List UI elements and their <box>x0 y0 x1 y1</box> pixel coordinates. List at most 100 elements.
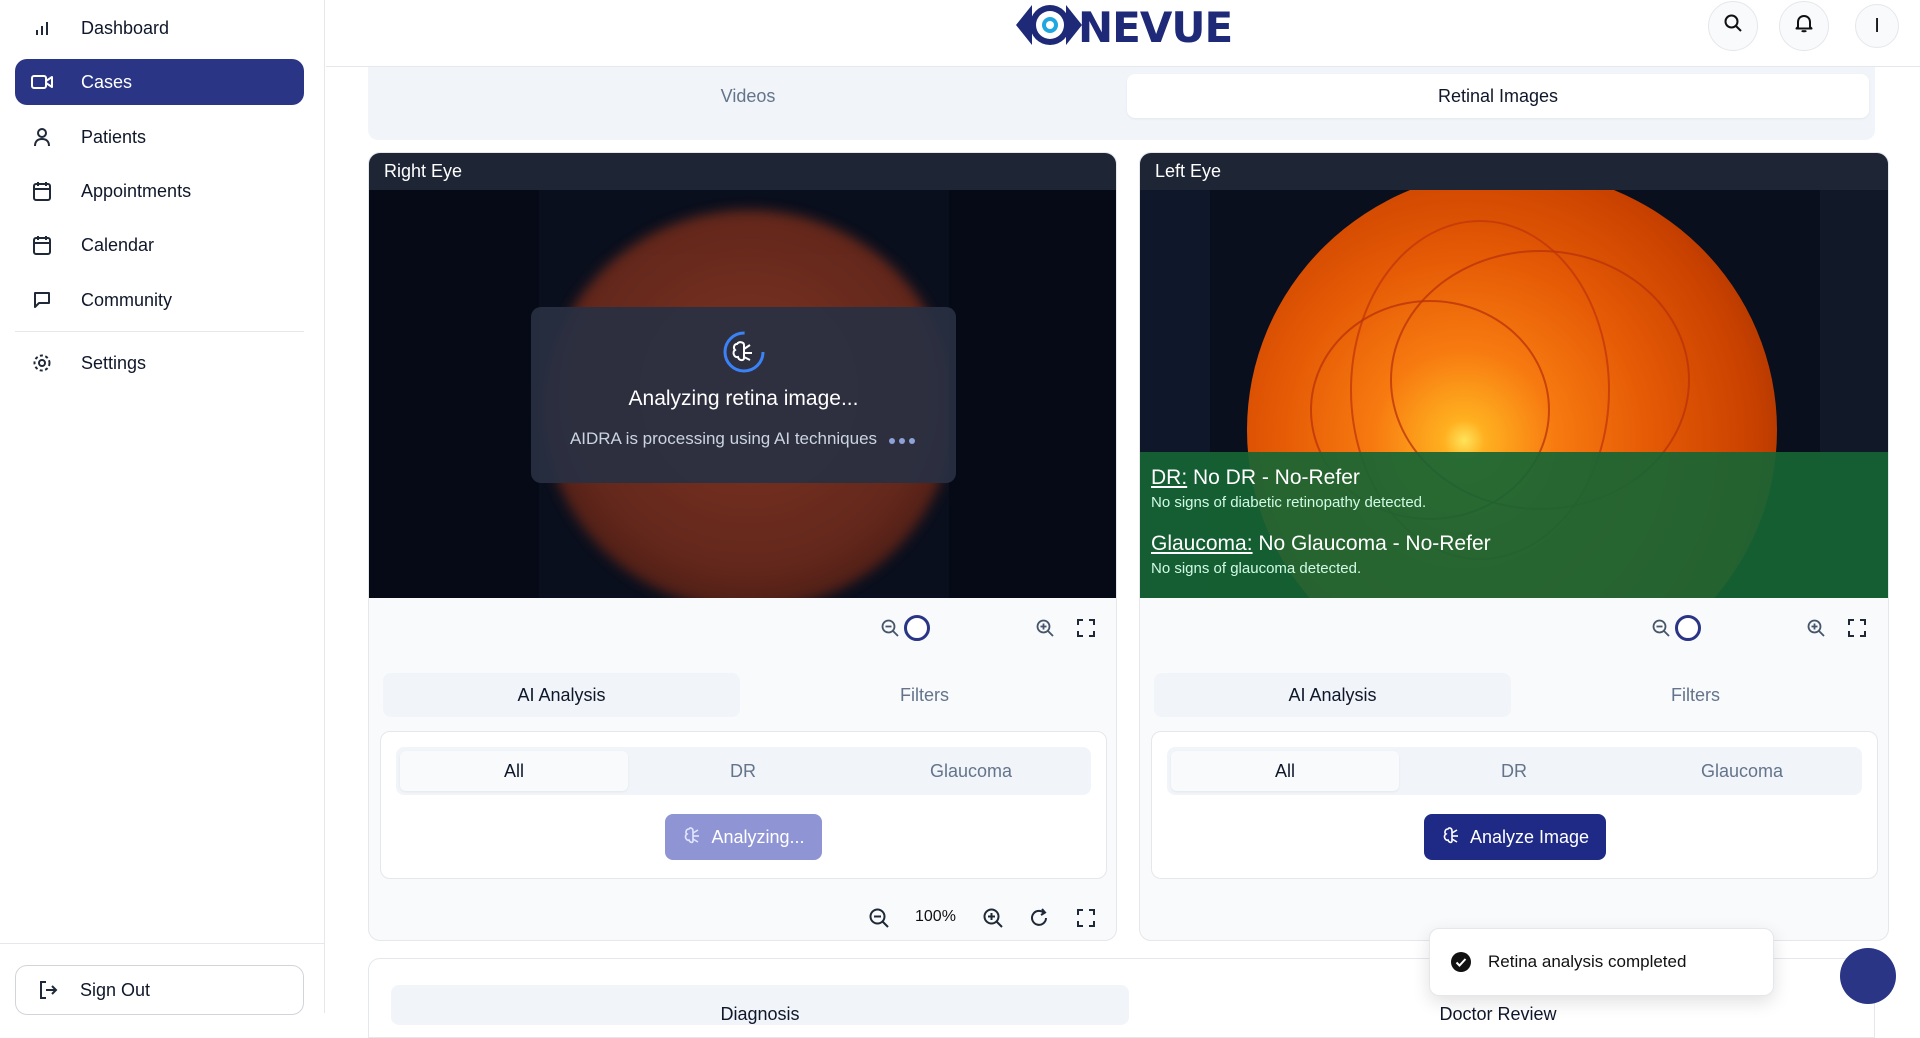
chat-icon <box>30 288 54 312</box>
fullscreen-icon[interactable] <box>1074 616 1098 640</box>
loading-dots-icon <box>887 429 917 449</box>
dr-result: DR: No DR - No-Refer <box>1151 466 1878 490</box>
zoom-out-icon[interactable] <box>866 905 892 931</box>
sidebar-item-label: Appointments <box>81 180 192 201</box>
bell-icon <box>1794 13 1814 39</box>
zoom-slider-handle[interactable] <box>904 615 930 641</box>
dr-result-label: DR: <box>1151 466 1188 489</box>
calendar-icon <box>30 233 54 257</box>
filter-glaucoma[interactable]: Glaucoma <box>857 751 1085 791</box>
sidebar-item-label: Settings <box>81 352 147 373</box>
image-letterbox <box>369 190 539 598</box>
check-circle-icon <box>1450 951 1472 973</box>
logo-text: NEVUE <box>1078 2 1233 52</box>
analyze-image-button[interactable]: Analyze Image <box>1424 814 1606 860</box>
sidebar-item-community[interactable]: Community <box>15 277 304 323</box>
gear-icon <box>30 351 54 375</box>
sidebar-item-label: Dashboard <box>81 17 170 38</box>
image-zoom-slider <box>1140 598 1888 658</box>
image-letterbox <box>949 190 1116 598</box>
analyzing-subtitle: AIDRA is processing using AI techniques <box>531 429 956 449</box>
zoom-slider-handle[interactable] <box>1675 615 1701 641</box>
video-icon <box>30 70 54 94</box>
analyzing-subtitle-text: AIDRA is processing using AI techniques <box>569 429 878 448</box>
toast-message: Retina analysis completed <box>1488 952 1687 971</box>
sidebar-divider <box>15 331 304 332</box>
sidebar-item-settings[interactable]: Settings <box>15 340 304 386</box>
filter-all[interactable]: All <box>1171 751 1399 791</box>
sidebar-item-patients[interactable]: Patients <box>15 114 304 160</box>
avatar-initial: I <box>1874 14 1880 37</box>
zoom-in-icon[interactable] <box>1804 616 1828 640</box>
button-label: Analyze Image <box>1469 826 1590 847</box>
analysis-filter-group: All DR Glaucoma <box>1167 747 1862 795</box>
tab-retinal-images[interactable]: Retinal Images <box>1127 74 1869 118</box>
analysis-subtabs: AI Analysis Filters <box>1154 673 1874 717</box>
sidebar-item-calendar[interactable]: Calendar <box>15 222 304 268</box>
rotate-icon[interactable] <box>1026 905 1052 931</box>
left-eye-panel: Left Eye DR: No DR - No-Refer No signs o… <box>1139 152 1889 941</box>
zoom-in-icon[interactable] <box>980 905 1006 931</box>
brain-ai-icon <box>1441 825 1461 850</box>
tab-filters[interactable]: Filters <box>746 673 1103 717</box>
onevue-logo[interactable]: NEVUE <box>1014 1 1233 54</box>
zoom-in-icon[interactable] <box>1033 616 1057 640</box>
fullscreen-icon[interactable] <box>1073 905 1099 931</box>
dr-result-value: No DR - No-Refer <box>1187 466 1360 489</box>
search-icon <box>1723 13 1743 39</box>
eye-logo-icon <box>1014 1 1084 54</box>
filter-glaucoma[interactable]: Glaucoma <box>1628 751 1856 791</box>
search-button[interactable] <box>1708 1 1758 51</box>
filter-all[interactable]: All <box>400 751 628 791</box>
bar-chart-icon <box>30 16 54 40</box>
calendar-icon <box>30 179 54 203</box>
sidebar-item-appointments[interactable]: Appointments <box>15 168 304 214</box>
success-toast: Retina analysis completed <box>1429 928 1774 996</box>
right-eye-image[interactable]: Analyzing retina image... AIDRA is proce… <box>369 190 1116 598</box>
sidebar-footer-divider <box>0 943 325 944</box>
filter-dr[interactable]: DR <box>629 751 857 791</box>
panel-title: Right Eye <box>369 153 1116 190</box>
dr-result-description: No signs of diabetic retinopathy detecte… <box>1151 494 1427 511</box>
zoom-out-icon[interactable] <box>878 616 902 640</box>
analysis-result-overlay: DR: No DR - No-Refer No signs of diabeti… <box>1140 452 1888 598</box>
analyzing-button[interactable]: Analyzing... <box>665 814 822 860</box>
tab-videos[interactable]: Videos <box>377 74 1119 118</box>
tab-filters[interactable]: Filters <box>1517 673 1874 717</box>
sidebar-item-label: Cases <box>81 71 133 92</box>
glaucoma-result-label: Glaucoma: <box>1151 532 1253 555</box>
button-label: Analyzing... <box>711 826 805 847</box>
analysis-filter-group: All DR Glaucoma <box>396 747 1091 795</box>
filter-dr[interactable]: DR <box>1400 751 1628 791</box>
profile-avatar[interactable]: I <box>1855 4 1899 48</box>
brain-ai-icon <box>682 825 702 850</box>
tab-ai-analysis[interactable]: AI Analysis <box>1154 673 1511 717</box>
sidebar: Dashboard Cases Patients Appointments Ca… <box>0 0 325 1015</box>
sidebar-item-label: Calendar <box>81 234 155 255</box>
notifications-button[interactable] <box>1779 1 1829 51</box>
chat-launcher-button[interactable] <box>1840 948 1896 1004</box>
analyzing-overlay: Analyzing retina image... AIDRA is proce… <box>531 307 956 483</box>
logout-icon <box>38 980 58 1000</box>
fullscreen-icon[interactable] <box>1845 616 1869 640</box>
ai-analysis-card: All DR Glaucoma Analyze Image <box>1151 731 1878 879</box>
glaucoma-result-description: No signs of glaucoma detected. <box>1151 560 1362 577</box>
sign-out-label: Sign Out <box>80 979 151 1000</box>
analysis-subtabs: AI Analysis Filters <box>383 673 1103 717</box>
panel-title: Left Eye <box>1140 153 1888 190</box>
brain-ai-icon <box>723 331 765 373</box>
sign-out-button[interactable]: Sign Out <box>15 965 304 1015</box>
user-icon <box>30 125 54 149</box>
sidebar-item-cases[interactable]: Cases <box>15 59 304 105</box>
sidebar-item-label: Community <box>81 289 173 310</box>
left-eye-image[interactable]: DR: No DR - No-Refer No signs of diabeti… <box>1140 190 1888 598</box>
tab-diagnosis[interactable]: Diagnosis <box>391 985 1129 1025</box>
zoom-percentage: 100% <box>915 908 956 925</box>
media-tabs: Videos Retinal Images <box>368 67 1875 140</box>
sidebar-item-label: Patients <box>81 126 147 147</box>
right-eye-panel: Right Eye Analyzing retina image... AIDR… <box>368 152 1117 941</box>
zoom-out-icon[interactable] <box>1649 616 1673 640</box>
sidebar-item-dashboard[interactable]: Dashboard <box>15 5 304 51</box>
tab-ai-analysis[interactable]: AI Analysis <box>383 673 740 717</box>
glaucoma-result: Glaucoma: No Glaucoma - No-Refer <box>1151 532 1878 556</box>
